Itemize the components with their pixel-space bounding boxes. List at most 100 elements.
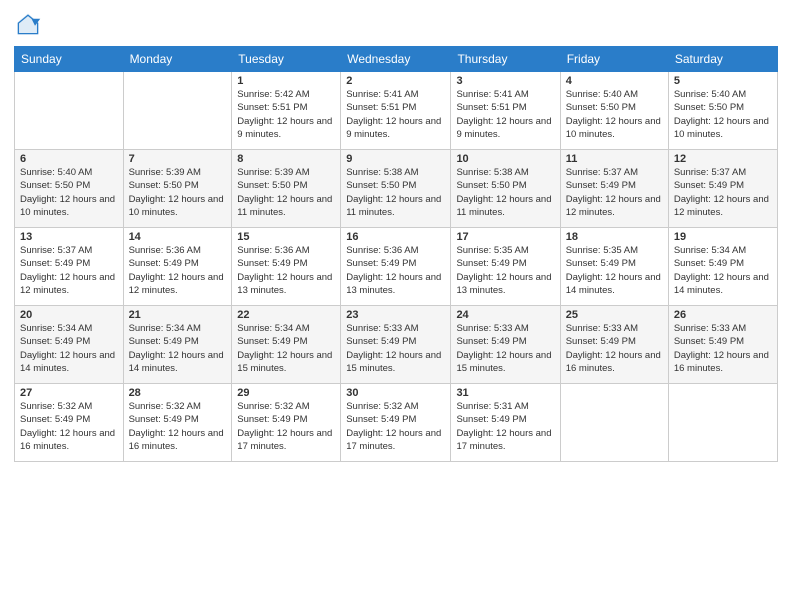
day-info: Sunrise: 5:36 AMSunset: 5:49 PMDaylight:… xyxy=(237,244,335,297)
calendar-cell: 6Sunrise: 5:40 AMSunset: 5:50 PMDaylight… xyxy=(15,150,124,228)
day-number: 17 xyxy=(456,231,554,243)
header-row: SundayMondayTuesdayWednesdayThursdayFrid… xyxy=(15,47,778,72)
calendar-cell: 30Sunrise: 5:32 AMSunset: 5:49 PMDayligh… xyxy=(341,384,451,462)
calendar-cell: 25Sunrise: 5:33 AMSunset: 5:49 PMDayligh… xyxy=(560,306,668,384)
day-number: 13 xyxy=(20,231,118,243)
week-row-2: 13Sunrise: 5:37 AMSunset: 5:49 PMDayligh… xyxy=(15,228,778,306)
day-number: 8 xyxy=(237,153,335,165)
day-number: 31 xyxy=(456,387,554,399)
calendar-cell: 23Sunrise: 5:33 AMSunset: 5:49 PMDayligh… xyxy=(341,306,451,384)
calendar-cell: 18Sunrise: 5:35 AMSunset: 5:49 PMDayligh… xyxy=(560,228,668,306)
day-number: 15 xyxy=(237,231,335,243)
day-number: 12 xyxy=(674,153,772,165)
col-header-tuesday: Tuesday xyxy=(232,47,341,72)
week-row-0: 1Sunrise: 5:42 AMSunset: 5:51 PMDaylight… xyxy=(15,72,778,150)
day-info: Sunrise: 5:40 AMSunset: 5:50 PMDaylight:… xyxy=(674,88,772,141)
col-header-saturday: Saturday xyxy=(668,47,777,72)
day-info: Sunrise: 5:40 AMSunset: 5:50 PMDaylight:… xyxy=(566,88,663,141)
calendar-cell: 2Sunrise: 5:41 AMSunset: 5:51 PMDaylight… xyxy=(341,72,451,150)
day-info: Sunrise: 5:34 AMSunset: 5:49 PMDaylight:… xyxy=(237,322,335,375)
calendar-cell: 13Sunrise: 5:37 AMSunset: 5:49 PMDayligh… xyxy=(15,228,124,306)
calendar-cell: 15Sunrise: 5:36 AMSunset: 5:49 PMDayligh… xyxy=(232,228,341,306)
day-number: 7 xyxy=(129,153,227,165)
week-row-3: 20Sunrise: 5:34 AMSunset: 5:49 PMDayligh… xyxy=(15,306,778,384)
day-info: Sunrise: 5:36 AMSunset: 5:49 PMDaylight:… xyxy=(129,244,227,297)
calendar-cell: 5Sunrise: 5:40 AMSunset: 5:50 PMDaylight… xyxy=(668,72,777,150)
day-info: Sunrise: 5:31 AMSunset: 5:49 PMDaylight:… xyxy=(456,400,554,453)
day-number: 25 xyxy=(566,309,663,321)
calendar-cell xyxy=(123,72,232,150)
day-number: 5 xyxy=(674,75,772,87)
calendar-cell: 9Sunrise: 5:38 AMSunset: 5:50 PMDaylight… xyxy=(341,150,451,228)
day-number: 19 xyxy=(674,231,772,243)
day-number: 30 xyxy=(346,387,445,399)
header xyxy=(14,10,778,38)
day-number: 10 xyxy=(456,153,554,165)
day-info: Sunrise: 5:39 AMSunset: 5:50 PMDaylight:… xyxy=(129,166,227,219)
calendar-cell: 8Sunrise: 5:39 AMSunset: 5:50 PMDaylight… xyxy=(232,150,341,228)
day-info: Sunrise: 5:33 AMSunset: 5:49 PMDaylight:… xyxy=(566,322,663,375)
calendar-cell xyxy=(15,72,124,150)
day-number: 28 xyxy=(129,387,227,399)
calendar-cell xyxy=(668,384,777,462)
calendar-cell: 19Sunrise: 5:34 AMSunset: 5:49 PMDayligh… xyxy=(668,228,777,306)
calendar-cell xyxy=(560,384,668,462)
calendar-cell: 17Sunrise: 5:35 AMSunset: 5:49 PMDayligh… xyxy=(451,228,560,306)
day-number: 1 xyxy=(237,75,335,87)
day-info: Sunrise: 5:40 AMSunset: 5:50 PMDaylight:… xyxy=(20,166,118,219)
day-info: Sunrise: 5:41 AMSunset: 5:51 PMDaylight:… xyxy=(346,88,445,141)
calendar-cell: 10Sunrise: 5:38 AMSunset: 5:50 PMDayligh… xyxy=(451,150,560,228)
day-number: 23 xyxy=(346,309,445,321)
day-info: Sunrise: 5:35 AMSunset: 5:49 PMDaylight:… xyxy=(566,244,663,297)
day-number: 20 xyxy=(20,309,118,321)
calendar-cell: 14Sunrise: 5:36 AMSunset: 5:49 PMDayligh… xyxy=(123,228,232,306)
day-number: 6 xyxy=(20,153,118,165)
calendar-cell: 12Sunrise: 5:37 AMSunset: 5:49 PMDayligh… xyxy=(668,150,777,228)
day-number: 9 xyxy=(346,153,445,165)
day-info: Sunrise: 5:38 AMSunset: 5:50 PMDaylight:… xyxy=(346,166,445,219)
day-info: Sunrise: 5:34 AMSunset: 5:49 PMDaylight:… xyxy=(20,322,118,375)
day-number: 11 xyxy=(566,153,663,165)
calendar-cell: 20Sunrise: 5:34 AMSunset: 5:49 PMDayligh… xyxy=(15,306,124,384)
day-number: 21 xyxy=(129,309,227,321)
day-info: Sunrise: 5:34 AMSunset: 5:49 PMDaylight:… xyxy=(129,322,227,375)
day-number: 16 xyxy=(346,231,445,243)
calendar-table: SundayMondayTuesdayWednesdayThursdayFrid… xyxy=(14,46,778,462)
day-info: Sunrise: 5:37 AMSunset: 5:49 PMDaylight:… xyxy=(566,166,663,219)
day-info: Sunrise: 5:33 AMSunset: 5:49 PMDaylight:… xyxy=(674,322,772,375)
col-header-wednesday: Wednesday xyxy=(341,47,451,72)
logo-icon xyxy=(14,10,42,38)
day-info: Sunrise: 5:38 AMSunset: 5:50 PMDaylight:… xyxy=(456,166,554,219)
day-number: 14 xyxy=(129,231,227,243)
col-header-friday: Friday xyxy=(560,47,668,72)
day-info: Sunrise: 5:32 AMSunset: 5:49 PMDaylight:… xyxy=(129,400,227,453)
calendar-cell: 21Sunrise: 5:34 AMSunset: 5:49 PMDayligh… xyxy=(123,306,232,384)
day-info: Sunrise: 5:34 AMSunset: 5:49 PMDaylight:… xyxy=(674,244,772,297)
day-number: 24 xyxy=(456,309,554,321)
day-info: Sunrise: 5:35 AMSunset: 5:49 PMDaylight:… xyxy=(456,244,554,297)
day-info: Sunrise: 5:33 AMSunset: 5:49 PMDaylight:… xyxy=(346,322,445,375)
day-number: 22 xyxy=(237,309,335,321)
day-number: 2 xyxy=(346,75,445,87)
day-number: 29 xyxy=(237,387,335,399)
day-info: Sunrise: 5:37 AMSunset: 5:49 PMDaylight:… xyxy=(674,166,772,219)
day-info: Sunrise: 5:32 AMSunset: 5:49 PMDaylight:… xyxy=(237,400,335,453)
day-info: Sunrise: 5:37 AMSunset: 5:49 PMDaylight:… xyxy=(20,244,118,297)
day-info: Sunrise: 5:39 AMSunset: 5:50 PMDaylight:… xyxy=(237,166,335,219)
day-number: 26 xyxy=(674,309,772,321)
calendar-cell: 31Sunrise: 5:31 AMSunset: 5:49 PMDayligh… xyxy=(451,384,560,462)
day-info: Sunrise: 5:32 AMSunset: 5:49 PMDaylight:… xyxy=(346,400,445,453)
calendar-cell: 7Sunrise: 5:39 AMSunset: 5:50 PMDaylight… xyxy=(123,150,232,228)
day-number: 4 xyxy=(566,75,663,87)
calendar-cell: 3Sunrise: 5:41 AMSunset: 5:51 PMDaylight… xyxy=(451,72,560,150)
page: SundayMondayTuesdayWednesdayThursdayFrid… xyxy=(0,0,792,612)
calendar-cell: 24Sunrise: 5:33 AMSunset: 5:49 PMDayligh… xyxy=(451,306,560,384)
day-number: 27 xyxy=(20,387,118,399)
calendar-cell: 4Sunrise: 5:40 AMSunset: 5:50 PMDaylight… xyxy=(560,72,668,150)
day-info: Sunrise: 5:33 AMSunset: 5:49 PMDaylight:… xyxy=(456,322,554,375)
day-info: Sunrise: 5:32 AMSunset: 5:49 PMDaylight:… xyxy=(20,400,118,453)
week-row-4: 27Sunrise: 5:32 AMSunset: 5:49 PMDayligh… xyxy=(15,384,778,462)
day-number: 3 xyxy=(456,75,554,87)
calendar-cell: 16Sunrise: 5:36 AMSunset: 5:49 PMDayligh… xyxy=(341,228,451,306)
calendar-cell: 1Sunrise: 5:42 AMSunset: 5:51 PMDaylight… xyxy=(232,72,341,150)
